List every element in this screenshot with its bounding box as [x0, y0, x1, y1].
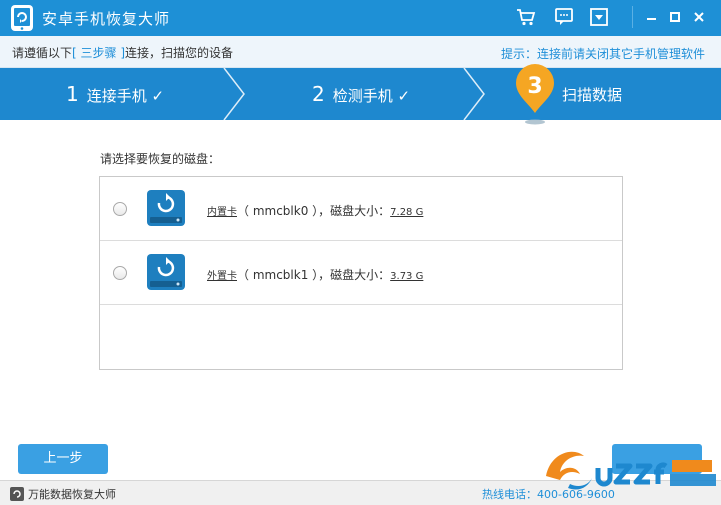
disk-radio-external[interactable]: [113, 266, 127, 280]
disk-prompt: 请选择要恢复的磁盘：: [100, 152, 221, 166]
step-divider-chevron: [223, 68, 245, 120]
prev-step-button[interactable]: 上一步: [18, 444, 108, 474]
disk-list: 内置卡（ mmcblk0 ），磁盘大小：7.28 G 外置卡（ mmcblk1 …: [99, 176, 623, 370]
disk-name: 外置卡: [207, 271, 237, 282]
toolbar-separator: [632, 6, 633, 28]
guide-text: 请遵循以下[ 三步骤 ]连接，扫描您的设备: [12, 44, 233, 61]
minimize-icon[interactable]: [641, 6, 663, 28]
step-1-check-icon: ✓: [151, 87, 165, 105]
app-small-icon: [10, 487, 24, 501]
disk-restore-icon: [147, 254, 185, 290]
disk-device: （ mmcblk1 ），磁盘大小：: [237, 268, 391, 282]
step-1: 1 连接手机 ✓: [66, 82, 164, 106]
status-app-name[interactable]: 万能数据恢复大师: [28, 486, 116, 502]
step-2-number: 2: [312, 82, 325, 106]
dropdown-icon[interactable]: [588, 6, 610, 28]
disk-size: 7.28 G: [390, 207, 424, 218]
step-2-check-icon: ✓: [397, 87, 411, 105]
disk-radio-internal[interactable]: [113, 202, 127, 216]
step-3-number: 3: [527, 74, 543, 99]
step-1-label: 连接手机: [86, 87, 147, 105]
disk-info-external: 外置卡（ mmcblk1 ），磁盘大小：3.73 G: [207, 266, 423, 283]
guide-suffix: 连接，扫描您的设备: [125, 46, 234, 60]
disk-size: 3.73 G: [390, 271, 424, 282]
maximize-icon[interactable]: [664, 6, 686, 28]
cart-icon[interactable]: [515, 6, 537, 28]
disk-name: 内置卡: [207, 207, 237, 218]
title-bar: 安卓手机恢复大师: [0, 0, 721, 36]
watermark-logo: [546, 451, 716, 490]
app-title: 安卓手机恢复大师: [42, 10, 171, 28]
chat-icon[interactable]: [553, 6, 575, 28]
guide-highlight: [ 三步骤 ]: [72, 46, 126, 60]
step-3-label: 扫描数据: [562, 86, 623, 104]
guide-bar: 请遵循以下[ 三步骤 ]连接，扫描您的设备 提示：连接前请关闭其它手机管理软件: [0, 36, 721, 68]
step-2: 2 检测手机 ✓: [312, 82, 410, 106]
step-divider-chevron: [463, 68, 485, 120]
disk-row-external[interactable]: 外置卡（ mmcblk1 ），磁盘大小：3.73 G: [100, 241, 622, 305]
disk-restore-icon: [147, 190, 185, 226]
close-icon[interactable]: [688, 6, 710, 28]
hint-text: 提示：连接前请关闭其它手机管理软件: [500, 47, 705, 61]
step-2-label: 检测手机: [332, 87, 393, 105]
step-1-number: 1: [66, 82, 79, 106]
guide-prefix: 请遵循以下: [12, 46, 73, 60]
disk-row-internal[interactable]: 内置卡（ mmcblk0 ），磁盘大小：7.28 G: [100, 177, 622, 241]
disk-device: （ mmcblk0 ），磁盘大小：: [237, 204, 391, 218]
disk-info-internal: 内置卡（ mmcblk0 ），磁盘大小：7.28 G: [207, 202, 423, 219]
app-logo-icon: [11, 5, 33, 31]
